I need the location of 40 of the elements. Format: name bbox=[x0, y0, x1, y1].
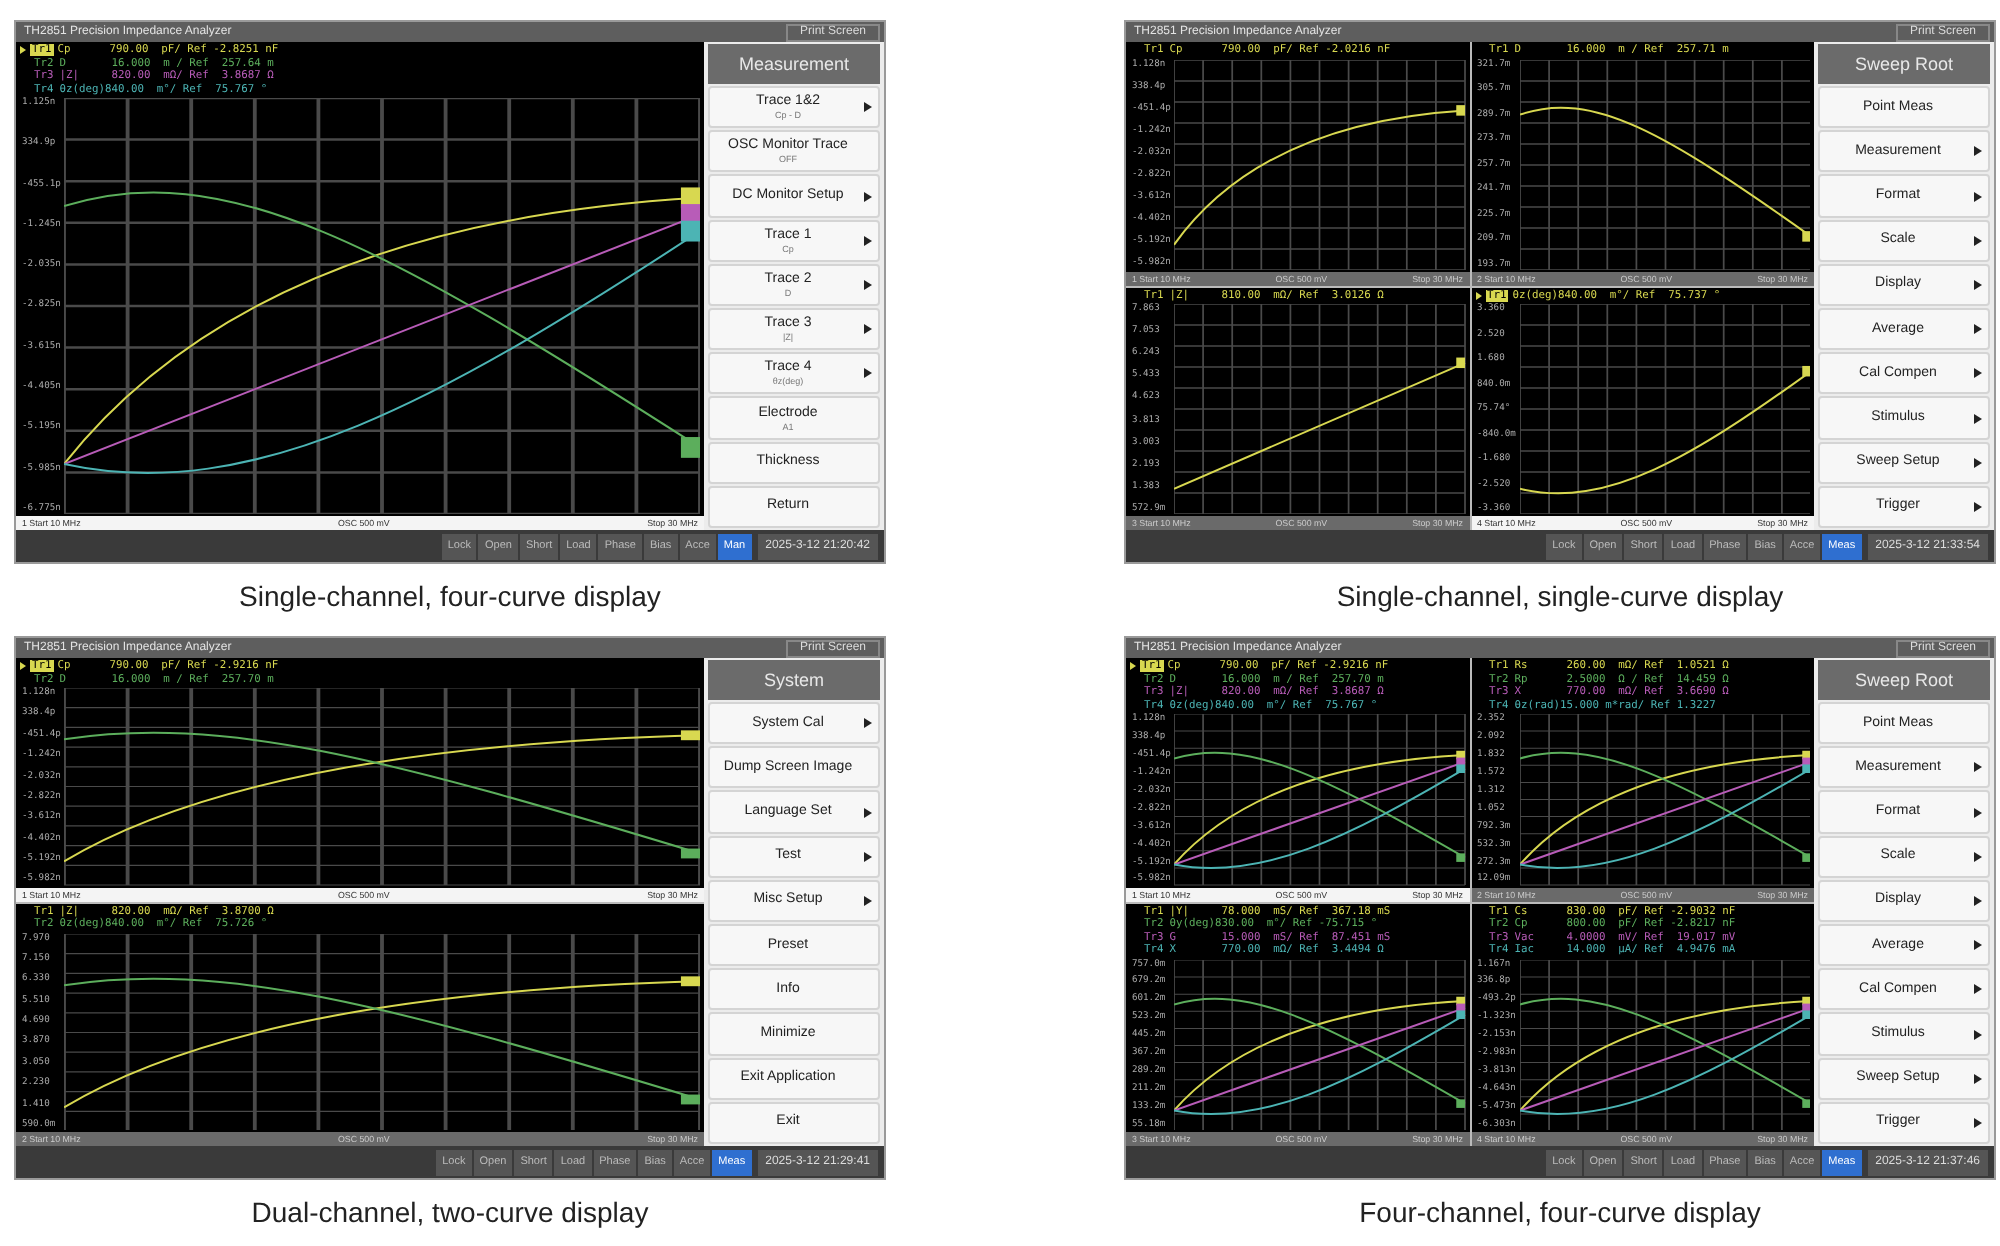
caret-icon bbox=[864, 102, 872, 113]
figure-caption: Dual-channel, two-curve display bbox=[249, 1194, 651, 1232]
caret-icon bbox=[864, 895, 872, 906]
caret-icon bbox=[864, 191, 872, 201]
caret-icon bbox=[1974, 762, 1982, 773]
caret-icon bbox=[1974, 368, 1982, 379]
caret-icon bbox=[1974, 235, 1982, 246]
caret-icon bbox=[1974, 457, 1982, 468]
marker-icon bbox=[20, 662, 26, 671]
marker-icon bbox=[1130, 662, 1136, 671]
caret-icon bbox=[1974, 895, 1982, 906]
figure-caption: Single-channel, four-curve display bbox=[237, 578, 663, 616]
caret-icon bbox=[1974, 940, 1982, 951]
caret-icon bbox=[864, 279, 872, 290]
caret-icon bbox=[1974, 279, 1982, 290]
caret-icon bbox=[864, 235, 872, 246]
caret-icon bbox=[1974, 324, 1982, 335]
menu-title: Sweep Root bbox=[1818, 660, 1990, 700]
caret-icon bbox=[1974, 1117, 1982, 1128]
caret-icon bbox=[864, 718, 872, 729]
caret-icon bbox=[1974, 851, 1982, 862]
marker-icon bbox=[1475, 291, 1481, 300]
menu-title: System bbox=[708, 660, 880, 700]
menu-title: Sweep Root bbox=[1818, 44, 1990, 84]
caret-icon bbox=[1974, 984, 1982, 995]
caret-icon bbox=[864, 324, 872, 335]
caret-icon bbox=[1974, 501, 1982, 512]
menu-title: Measurement bbox=[708, 44, 880, 84]
caret-icon bbox=[864, 368, 872, 379]
figure-caption: Four-channel, four-curve display bbox=[1357, 1194, 1763, 1232]
marker-icon bbox=[20, 46, 26, 55]
caret-icon bbox=[1974, 807, 1982, 817]
caret-icon bbox=[1974, 1073, 1982, 1084]
caret-icon bbox=[864, 807, 872, 817]
figure-caption: Single-channel, single-curve display bbox=[1334, 578, 1786, 616]
caret-icon bbox=[864, 851, 872, 862]
caret-icon bbox=[1974, 146, 1982, 157]
caret-icon bbox=[1974, 1029, 1982, 1040]
caret-icon bbox=[1974, 413, 1982, 424]
caret-icon bbox=[1974, 191, 1982, 201]
